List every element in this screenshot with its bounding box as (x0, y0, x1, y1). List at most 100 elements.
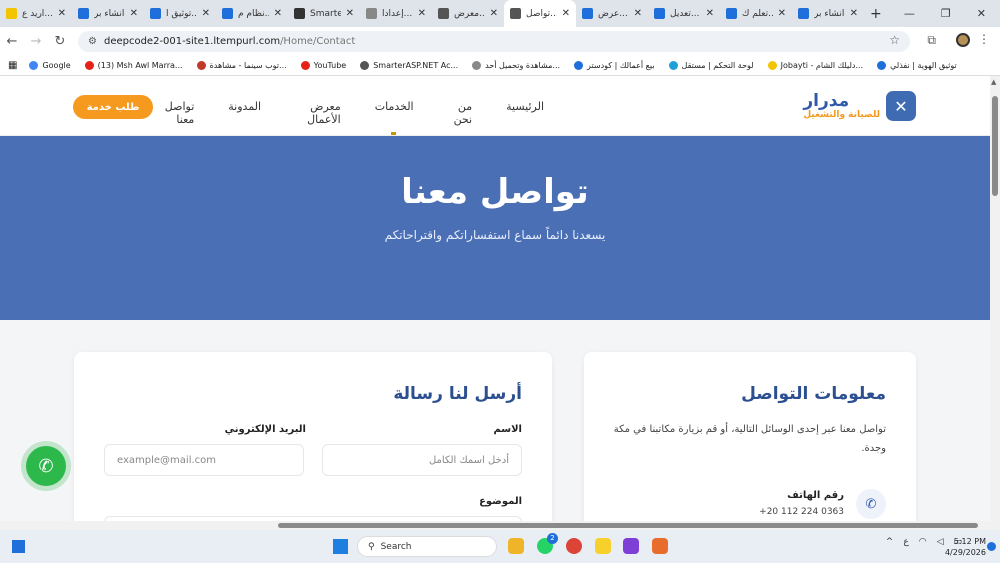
keyboard-language[interactable]: ع (903, 537, 908, 547)
bookmark-favicon-icon (574, 61, 584, 70)
email-field[interactable]: example@mail.com (104, 444, 304, 476)
horizontal-scrollbar[interactable] (0, 521, 1000, 530)
bookmark-list: Google (13) Msh Awl Marra... توب سينما - م… (29, 61, 957, 70)
widgets-icon[interactable] (12, 540, 25, 553)
bookmark-item[interactable]: Google (29, 61, 71, 70)
visual-studio-icon[interactable] (623, 538, 639, 554)
volume-icon[interactable]: ◁ (937, 537, 944, 547)
browser-tab[interactable]: تعديل... ✕ (648, 0, 720, 27)
chrome-icon[interactable] (566, 538, 582, 554)
page-title: تواصل معنا (401, 172, 589, 212)
bookmark-item[interactable]: توب سينما - مشاهدة... (196, 61, 287, 70)
vertical-scrollbar[interactable]: ▲ (990, 76, 1000, 521)
tab-close-icon[interactable]: ✕ (202, 8, 210, 19)
tab-close-icon[interactable]: ✕ (418, 8, 426, 19)
file-explorer-icon[interactable] (508, 538, 524, 554)
browser-tab[interactable]: نظام م... ✕ (216, 0, 288, 27)
bookmark-favicon-icon (196, 61, 206, 70)
nav-portfolio[interactable]: معرض الأعمال (295, 100, 341, 126)
whatsapp-float-button[interactable]: ✆ (26, 446, 66, 486)
minimize-icon[interactable]: — (904, 7, 915, 20)
profile-avatar[interactable] (956, 33, 970, 47)
form-title: أرسل لنا رسالة (393, 384, 522, 404)
nav-about[interactable]: من نحن (448, 100, 473, 126)
extensions-icon[interactable]: ⧉ (927, 33, 936, 48)
bookmarks-bar: ▦ Google (13) Msh Awl Marra... توب سينما -… (0, 56, 1000, 76)
horizontal-scroll-thumb[interactable] (278, 523, 978, 528)
tab-close-icon[interactable]: ✕ (778, 8, 786, 19)
tab-title: معرض... (454, 8, 485, 19)
start-button[interactable] (333, 539, 348, 554)
maximize-icon[interactable]: ❐ (941, 7, 951, 20)
web-page: ✕ مدرار للصيانة والتشغيل الرئيسية من نحن… (0, 76, 990, 521)
subject-label: الموضوع (479, 496, 522, 507)
snipping-tool-icon[interactable] (652, 538, 668, 554)
bookmark-item[interactable]: SmarterASP.NET Ac... (360, 61, 458, 70)
tab-close-icon[interactable]: ✕ (706, 8, 714, 19)
name-placeholder: أدخل اسمك الكامل (428, 454, 509, 466)
scroll-up-arrow[interactable]: ▲ (991, 78, 996, 86)
nav-contact[interactable]: تواصل معنا (160, 100, 194, 126)
nav-services[interactable]: الخدمات (375, 100, 414, 135)
nav-home[interactable]: الرئيسية (506, 100, 544, 126)
name-field[interactable]: أدخل اسمك الكامل (322, 444, 522, 476)
vertical-scroll-thumb[interactable] (992, 96, 998, 196)
nav-blog[interactable]: المدونة (228, 100, 261, 126)
url-bar[interactable]: ⚙ deepcode2-001-site1.ltempurl.com /Home… (78, 31, 910, 52)
tab-close-icon[interactable]: ✕ (490, 8, 498, 19)
tab-favicon-icon (438, 8, 449, 19)
bookmark-item[interactable]: Jobayti - دليلك الشام... (767, 61, 863, 70)
browser-tab[interactable]: عرض... ✕ (576, 0, 648, 27)
tab-close-icon[interactable]: ✕ (850, 8, 858, 19)
bookmark-favicon-icon (767, 61, 777, 70)
bookmark-item[interactable]: توثيق الهوية | نفذلي (877, 61, 957, 70)
contact-info-card: معلومات التواصل تواصل معنا عبر إحدى الوس… (584, 352, 916, 521)
browser-tab[interactable]: انشاء بر... ✕ (72, 0, 144, 27)
reload-icon[interactable]: ↻ (48, 34, 72, 49)
taskbar-search[interactable]: ⚲ Search (357, 536, 497, 557)
bookmark-item[interactable]: (13) Msh Awl Marra... (84, 61, 183, 70)
tab-close-icon[interactable]: ✕ (634, 8, 642, 19)
tab-favicon-icon (654, 8, 665, 19)
tab-close-icon[interactable]: ✕ (130, 8, 138, 19)
tab-title: تواصل... (526, 8, 557, 19)
tab-close-icon[interactable]: ✕ (346, 8, 354, 19)
new-tab-button[interactable]: + (870, 6, 882, 22)
chevron-up-icon[interactable]: ^ (886, 537, 894, 547)
back-icon[interactable]: ← (0, 34, 24, 49)
whatsapp-taskbar-icon[interactable]: 2 (537, 533, 558, 554)
bookmark-label: توب سينما - مشاهدة... (209, 61, 287, 70)
tab-close-icon[interactable]: ✕ (274, 8, 282, 19)
apps-grid-icon[interactable]: ▦ (8, 60, 17, 71)
site-info-icon[interactable]: ⚙ (88, 36, 97, 47)
bookmark-item[interactable]: بيع أعمالك | كودستر (574, 61, 655, 70)
sticky-notes-icon[interactable] (595, 538, 611, 554)
browser-tab[interactable]: انشاء بر... ✕ (792, 0, 864, 27)
tab-close-icon[interactable]: ✕ (58, 8, 66, 19)
browser-tab[interactable]: تعلم ك... ✕ (720, 0, 792, 27)
bookmark-item[interactable]: YouTube (300, 61, 347, 70)
more-menu-icon[interactable]: ⋮ (978, 32, 990, 46)
browser-tab[interactable]: Smarte... ✕ (288, 0, 360, 27)
notification-icon[interactable] (987, 542, 996, 551)
bookmark-star-icon[interactable]: ☆ (889, 33, 900, 47)
wifi-icon[interactable]: ◠ (919, 537, 927, 547)
phone-value[interactable]: +20 112 224 0363 (759, 507, 844, 517)
browser-tab[interactable]: توثيق ا... ✕ (144, 0, 216, 27)
bookmark-item[interactable]: مشاهدة وتحميل أحد... (472, 61, 560, 70)
whatsapp-badge: 2 (547, 533, 558, 544)
tab-favicon-icon (366, 8, 377, 19)
bookmark-item[interactable]: لوحة التحكم | مستقل (668, 61, 754, 70)
close-window-icon[interactable]: ✕ (977, 7, 986, 20)
bookmark-label: YouTube (313, 61, 347, 70)
browser-tab[interactable]: إعدادا... ✕ (360, 0, 432, 27)
forward-icon[interactable]: → (24, 34, 48, 49)
contact-form-card: أرسل لنا رسالة الاسم أدخل اسمك الكامل ال… (74, 352, 552, 521)
browser-tab[interactable]: تواصل... ✕ (504, 0, 576, 27)
browser-tab[interactable]: معرض... ✕ (432, 0, 504, 27)
browser-tab[interactable]: اريد ع... ✕ (0, 0, 72, 27)
bookmark-label: مشاهدة وتحميل أحد... (485, 61, 561, 70)
tab-close-icon[interactable]: ✕ (562, 8, 570, 19)
clock[interactable]: 5:12 PM 4/29/2026 (945, 536, 986, 558)
request-service-button[interactable]: طلب خدمة (73, 95, 153, 119)
